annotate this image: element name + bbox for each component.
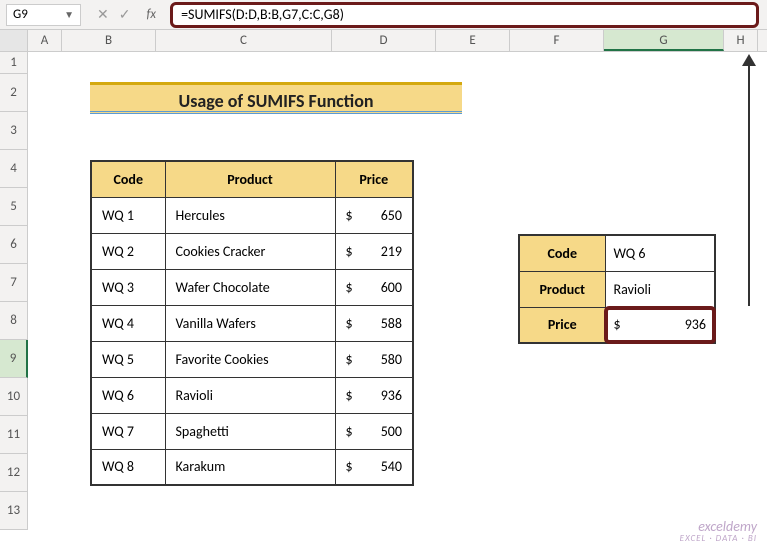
- row-header-2[interactable]: 2: [0, 74, 28, 112]
- cell-code[interactable]: WQ 7: [91, 413, 165, 449]
- worksheet: A B C D E F G H 1 2 3 4 5 6 7 8 9 10 11 …: [0, 30, 767, 530]
- row-header-4[interactable]: 4: [0, 150, 28, 188]
- result-cell[interactable]: $936: [605, 307, 715, 343]
- cell-code[interactable]: WQ 8: [91, 449, 165, 485]
- row-header-1[interactable]: 1: [0, 52, 28, 74]
- lookup-row-product: ProductRavioli: [519, 271, 715, 307]
- row-header-10[interactable]: 10: [0, 378, 28, 416]
- row-header-12[interactable]: 12: [0, 454, 28, 492]
- cell-price[interactable]: $600: [335, 269, 413, 305]
- watermark-main: exceldemy: [680, 519, 757, 534]
- page-title: Usage of SUMIFS Function: [90, 82, 462, 114]
- chevron-down-icon[interactable]: ▼: [64, 8, 74, 21]
- cancel-icon[interactable]: ✕: [97, 6, 109, 23]
- col-header-F[interactable]: F: [510, 30, 604, 51]
- row-header-8[interactable]: 8: [0, 302, 28, 340]
- table-row: WQ 6Ravioli$936: [91, 377, 413, 413]
- lookup-value[interactable]: Ravioli: [605, 271, 715, 307]
- table-row: WQ 4Vanilla Wafers$588: [91, 305, 413, 341]
- formula-text: =SUMIFS(D:D,B:B,G7,C:C,G8): [181, 6, 344, 23]
- table-row: WQ 8Karakum$540: [91, 449, 413, 485]
- col-header-C[interactable]: C: [156, 30, 332, 51]
- formula-buttons: ✕ ✓ fx: [87, 6, 166, 23]
- cell-price[interactable]: $580: [335, 341, 413, 377]
- select-all-corner[interactable]: [0, 30, 28, 51]
- lookup-table: CodeWQ 6 ProductRavioli Price$936: [518, 234, 716, 344]
- cell-price[interactable]: $936: [335, 377, 413, 413]
- lookup-label: Product: [519, 271, 605, 307]
- row-header-7[interactable]: 7: [0, 264, 28, 302]
- header-product: Product: [165, 161, 335, 197]
- cell-price[interactable]: $650: [335, 197, 413, 233]
- col-header-A[interactable]: A: [28, 30, 62, 51]
- header-price: Price: [335, 161, 413, 197]
- cell-product[interactable]: Vanilla Wafers: [165, 305, 335, 341]
- row-header-13[interactable]: 13: [0, 492, 28, 530]
- formula-bar-row: G9 ▼ ✕ ✓ fx =SUMIFS(D:D,B:B,G7,C:C,G8): [0, 0, 767, 30]
- enter-icon[interactable]: ✓: [119, 6, 131, 23]
- table-row: WQ 7Spaghetti$500: [91, 413, 413, 449]
- cell-code[interactable]: WQ 6: [91, 377, 165, 413]
- cell-code[interactable]: WQ 5: [91, 341, 165, 377]
- cell-product[interactable]: Ravioli: [165, 377, 335, 413]
- watermark: exceldemy EXCEL · DATA · BI: [680, 519, 757, 544]
- cell-code[interactable]: WQ 4: [91, 305, 165, 341]
- table-row: WQ 1Hercules$650: [91, 197, 413, 233]
- cell-product[interactable]: Spaghetti: [165, 413, 335, 449]
- name-box-value: G9: [13, 7, 28, 22]
- formula-input[interactable]: =SUMIFS(D:D,B:B,G7,C:C,G8): [170, 2, 759, 28]
- cell-code[interactable]: WQ 1: [91, 197, 165, 233]
- table-header-row: Code Product Price: [91, 161, 413, 197]
- lookup-value[interactable]: WQ 6: [605, 235, 715, 271]
- cell-product[interactable]: Favorite Cookies: [165, 341, 335, 377]
- col-header-H[interactable]: H: [724, 30, 758, 51]
- cell-code[interactable]: WQ 3: [91, 269, 165, 305]
- cell-code[interactable]: WQ 2: [91, 233, 165, 269]
- fx-icon[interactable]: fx: [146, 7, 156, 22]
- cell-grid[interactable]: Usage of SUMIFS Function Code Product Pr…: [28, 52, 767, 530]
- cell-price[interactable]: $219: [335, 233, 413, 269]
- lookup-label: Code: [519, 235, 605, 271]
- row-header-11[interactable]: 11: [0, 416, 28, 454]
- row-header-6[interactable]: 6: [0, 226, 28, 264]
- table-row: WQ 2Cookies Cracker$219: [91, 233, 413, 269]
- cell-price[interactable]: $540: [335, 449, 413, 485]
- table-row: WQ 3Wafer Chocolate$600: [91, 269, 413, 305]
- header-code: Code: [91, 161, 165, 197]
- table-row: WQ 5Favorite Cookies$580: [91, 341, 413, 377]
- lookup-label: Price: [519, 307, 605, 343]
- name-box[interactable]: G9 ▼: [6, 4, 81, 26]
- row-header-5[interactable]: 5: [0, 188, 28, 226]
- col-header-G[interactable]: G: [604, 30, 724, 51]
- col-header-D[interactable]: D: [332, 30, 436, 51]
- column-headers: A B C D E F G H: [0, 30, 767, 52]
- col-header-E[interactable]: E: [436, 30, 510, 51]
- cell-price[interactable]: $588: [335, 305, 413, 341]
- arrow-annotation: [748, 56, 750, 306]
- col-header-B[interactable]: B: [62, 30, 156, 51]
- cell-product[interactable]: Wafer Chocolate: [165, 269, 335, 305]
- cell-product[interactable]: Karakum: [165, 449, 335, 485]
- lookup-row-price: Price$936: [519, 307, 715, 343]
- cell-product[interactable]: Hercules: [165, 197, 335, 233]
- watermark-sub: EXCEL · DATA · BI: [680, 534, 757, 544]
- row-header-9[interactable]: 9: [0, 340, 28, 378]
- cell-price[interactable]: $500: [335, 413, 413, 449]
- row-header-3[interactable]: 3: [0, 112, 28, 150]
- data-table: Code Product Price WQ 1Hercules$650 WQ 2…: [90, 160, 414, 486]
- cell-product[interactable]: Cookies Cracker: [165, 233, 335, 269]
- row-headers: 1 2 3 4 5 6 7 8 9 10 11 12 13: [0, 52, 28, 530]
- lookup-row-code: CodeWQ 6: [519, 235, 715, 271]
